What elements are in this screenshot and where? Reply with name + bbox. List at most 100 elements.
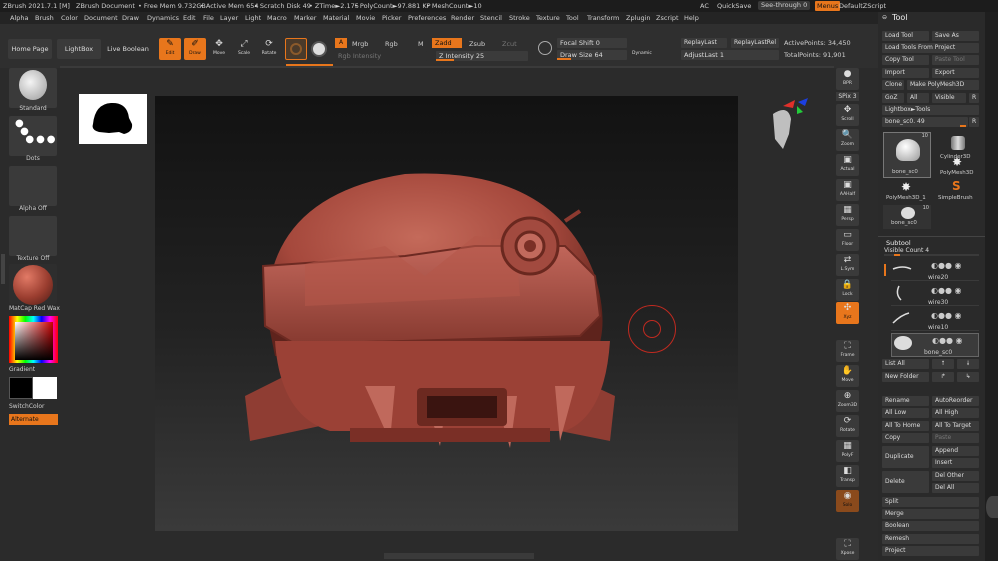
rgb-intensity-slider[interactable]: Rgb Intensity — [335, 51, 427, 61]
dynamic-toggle[interactable]: Dynamic — [632, 51, 652, 56]
spix-slider[interactable]: SPix 3 — [836, 92, 859, 101]
draw-mode-button[interactable]: ✐ Draw — [184, 38, 206, 60]
copy-button[interactable]: Copy — [882, 433, 929, 443]
scroll-button[interactable]: ✥ Scroll — [836, 104, 859, 126]
tray-scrollbar[interactable] — [985, 12, 998, 561]
subtool-row-bone-sc0[interactable]: ◐●● ◉ bone_sc0 — [891, 333, 979, 357]
menu-brush[interactable]: Brush — [35, 12, 54, 24]
menu-light[interactable]: Light — [245, 12, 261, 24]
bottom-tray-handle[interactable] — [384, 553, 534, 559]
menu-tool[interactable]: Tool — [566, 12, 579, 24]
navigation-gizmo[interactable] — [753, 94, 813, 154]
zcut-toggle[interactable]: Zcut — [502, 40, 517, 48]
edit-mode-button[interactable]: ✎ Edit — [159, 38, 181, 60]
mrgb-toggle[interactable]: Mrgb — [352, 40, 368, 48]
adjust-last-slider[interactable]: AdjustLast 1 — [681, 50, 779, 60]
subtool-header[interactable]: Subtool — [886, 239, 911, 247]
lightbox-tools-button[interactable]: Lightbox►Tools — [882, 105, 979, 115]
move-up-left-button[interactable]: ↱ — [932, 372, 954, 382]
merge-section[interactable]: Merge — [882, 509, 979, 519]
duplicate-button[interactable]: Duplicate — [882, 446, 929, 468]
menu-dynamics[interactable]: Dynamics — [147, 12, 179, 24]
color-saturation-square[interactable] — [15, 322, 53, 360]
export-button[interactable]: Export — [932, 68, 979, 78]
lsym-button[interactable]: ⇄ L.Sym — [836, 254, 859, 276]
r-button[interactable]: R — [969, 93, 979, 103]
menu-draw[interactable]: Draw — [122, 12, 139, 24]
paste-button[interactable]: Paste — [932, 433, 979, 443]
draw-size-slider[interactable]: Draw Size 64 — [557, 50, 627, 60]
lightbox-button[interactable]: LightBox — [57, 39, 101, 59]
xyz-button[interactable]: ✣ Xyz — [836, 302, 859, 324]
boolean-section[interactable]: Boolean — [882, 521, 979, 531]
menu-color[interactable]: Color — [61, 12, 78, 24]
del-other-button[interactable]: Del Other — [932, 471, 979, 481]
insert-button[interactable]: Insert — [932, 458, 979, 468]
menu-macro[interactable]: Macro — [267, 12, 287, 24]
bpr-button[interactable]: ● BPR — [836, 68, 859, 90]
persp-button[interactable]: ▦ Persp — [836, 204, 859, 226]
menu-document[interactable]: Document — [84, 12, 118, 24]
all-low-button[interactable]: All Low — [882, 408, 929, 418]
load-tool-button[interactable]: Load Tool — [882, 31, 929, 41]
remesh-section[interactable]: Remesh — [882, 534, 979, 544]
default-zscript-button[interactable]: DefaultZScript — [839, 0, 886, 12]
transp-button[interactable]: ◧ Transp — [836, 465, 859, 487]
menu-layer[interactable]: Layer — [220, 12, 238, 24]
navigator-thumbnail[interactable] — [79, 94, 147, 144]
visible-count-slider[interactable]: Visible Count 4 — [884, 247, 929, 254]
menu-alpha[interactable]: Alpha — [10, 12, 28, 24]
subtool-row-wire10[interactable]: ◐●● ◉ wire10 — [891, 309, 979, 331]
delete-button[interactable]: Delete — [882, 471, 929, 493]
subtool-toggles-icon-4[interactable]: ◐●● ◉ — [932, 336, 962, 345]
menu-zplugin[interactable]: Zplugin — [626, 12, 651, 24]
tray-collapse-handle[interactable] — [986, 496, 998, 518]
move-up-button[interactable]: 🠕 — [932, 359, 954, 369]
ac-indicator[interactable]: AC — [700, 0, 709, 12]
current-tool-slider[interactable]: bone_sc0. 49 — [882, 117, 968, 127]
subtool-toggles-icon[interactable]: ◐●● ◉ — [931, 261, 961, 270]
replay-last-button[interactable]: ReplayLast — [681, 38, 727, 48]
primary-color-swatch[interactable] — [9, 377, 33, 399]
move-mode-button[interactable]: ✥ Move — [208, 38, 230, 60]
menu-help[interactable]: Help — [684, 12, 699, 24]
append-button[interactable]: Append — [932, 446, 979, 456]
tool-palette-collapse-icon[interactable]: ⊖ — [882, 14, 887, 21]
copy-tool-button[interactable]: Copy Tool — [882, 55, 929, 65]
make-polymesh-button[interactable]: Make PolyMesh3D — [907, 80, 979, 90]
paste-tool-button[interactable]: Paste Tool — [932, 55, 979, 65]
tool-thumb-simplebrush[interactable]: S SimpleBrush — [934, 179, 982, 206]
subtool-toggles-icon-3[interactable]: ◐●● ◉ — [931, 311, 961, 320]
stroke-button[interactable]: ● ● ●●● — [9, 116, 57, 156]
a-toggle[interactable]: A — [335, 38, 347, 48]
material-button[interactable] — [9, 264, 57, 305]
polyf-button[interactable]: ▦ PolyF — [836, 440, 859, 462]
tool-thumb-polymesh3d[interactable]: ✸ PolyMesh3D — [934, 155, 982, 181]
project-section[interactable]: Project — [882, 546, 979, 556]
document-canvas[interactable] — [79, 94, 808, 531]
split-section[interactable]: Split — [882, 497, 979, 507]
rename-button[interactable]: Rename — [882, 396, 929, 406]
zadd-toggle[interactable]: Zadd — [432, 38, 462, 48]
menu-marker[interactable]: Marker — [294, 12, 316, 24]
xpose-button[interactable]: ⛶ Xpose — [836, 538, 859, 560]
all-high-button[interactable]: All High — [932, 408, 979, 418]
m-toggle[interactable]: M — [418, 40, 424, 48]
actual-button[interactable]: ▣ Actual — [836, 154, 859, 176]
solo-button[interactable]: ◉ Solo — [836, 490, 859, 512]
alpha-button[interactable] — [9, 166, 57, 206]
lock-button[interactable]: 🔒 Lock — [836, 279, 859, 301]
menus-toggle[interactable]: Menus — [815, 1, 841, 11]
all-button[interactable]: All — [907, 93, 929, 103]
menu-stroke[interactable]: Stroke — [509, 12, 530, 24]
replay-last-rel-button[interactable]: ReplayLastRel — [731, 38, 779, 48]
yin-yang-icon[interactable] — [311, 41, 327, 57]
menu-picker[interactable]: Picker — [382, 12, 401, 24]
material-swatch-button[interactable] — [285, 38, 307, 60]
zoom-button[interactable]: 🔍 Zoom — [836, 129, 859, 151]
menu-movie[interactable]: Movie — [356, 12, 375, 24]
import-button[interactable]: Import — [882, 68, 929, 78]
floor-button[interactable]: ▭ Floor — [836, 229, 859, 251]
goz-button[interactable]: GoZ — [882, 93, 904, 103]
tool-thumb-bone-sc0-2[interactable]: 10 bone_sc0 — [883, 205, 931, 229]
